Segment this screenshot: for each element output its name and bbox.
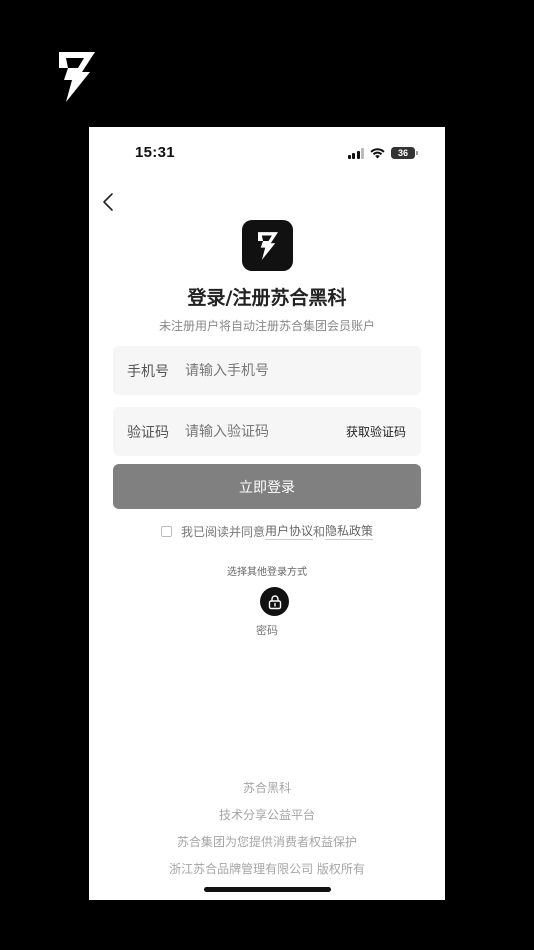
phone-field: 手机号 — [113, 346, 421, 395]
status-icons: 36 — [347, 146, 418, 160]
code-field: 验证码 获取验证码 — [113, 407, 421, 456]
chevron-left-icon — [103, 193, 113, 211]
phone-screen: 15:31 36 登录/注册苏合黑科 未注册用户将自动注册苏合集团会员账户 手机… — [89, 127, 445, 900]
footer-protection: 苏合集团为您提供消费者权益保护 — [176, 835, 357, 849]
outer-app-logo-icon — [56, 50, 98, 104]
password-login-button[interactable] — [260, 587, 289, 616]
other-login-title: 选择其他登录方式 — [227, 567, 307, 578]
battery-level: 36 — [397, 148, 408, 158]
home-indicator[interactable] — [204, 887, 331, 892]
status-bar: 15:31 36 — [89, 127, 445, 179]
get-code-button[interactable]: 获取验证码 — [346, 423, 421, 440]
privacy-policy-link[interactable]: 隐私政策 — [325, 522, 374, 540]
code-label: 验证码 — [127, 424, 169, 441]
login-button[interactable]: 立即登录 — [113, 464, 421, 509]
phone-input[interactable] — [185, 362, 421, 379]
code-input[interactable] — [185, 423, 346, 440]
user-agreement-link[interactable]: 用户协议 — [264, 522, 313, 540]
battery-icon: 36 — [391, 147, 418, 159]
page-subtitle: 未注册用户将自动注册苏合集团会员账户 — [158, 319, 375, 333]
agreement-row: 我已阅读并同意 用户协议 和 隐私政策 — [89, 522, 445, 540]
back-button[interactable] — [101, 191, 117, 213]
agreement-checkbox[interactable] — [160, 525, 172, 537]
phone-label: 手机号 — [127, 363, 169, 380]
page-title: 登录/注册苏合黑科 — [187, 287, 347, 309]
wifi-icon — [370, 147, 385, 158]
footer-tagline: 技术分享公益平台 — [218, 808, 315, 822]
agreement-prefix: 我已阅读并同意 — [180, 524, 265, 539]
password-login-label: 密码 — [256, 624, 278, 637]
footer-brand: 苏合黑科 — [242, 781, 291, 795]
lock-icon — [268, 594, 281, 609]
lightning-bolt-icon — [257, 231, 278, 260]
footer-copyright: 浙江苏合品牌管理有限公司 版权所有 — [169, 862, 365, 876]
cellular-signal-icon — [347, 147, 364, 159]
agreement-and: 和 — [313, 524, 326, 539]
app-logo — [242, 220, 293, 271]
status-time: 15:31 — [135, 144, 175, 161]
